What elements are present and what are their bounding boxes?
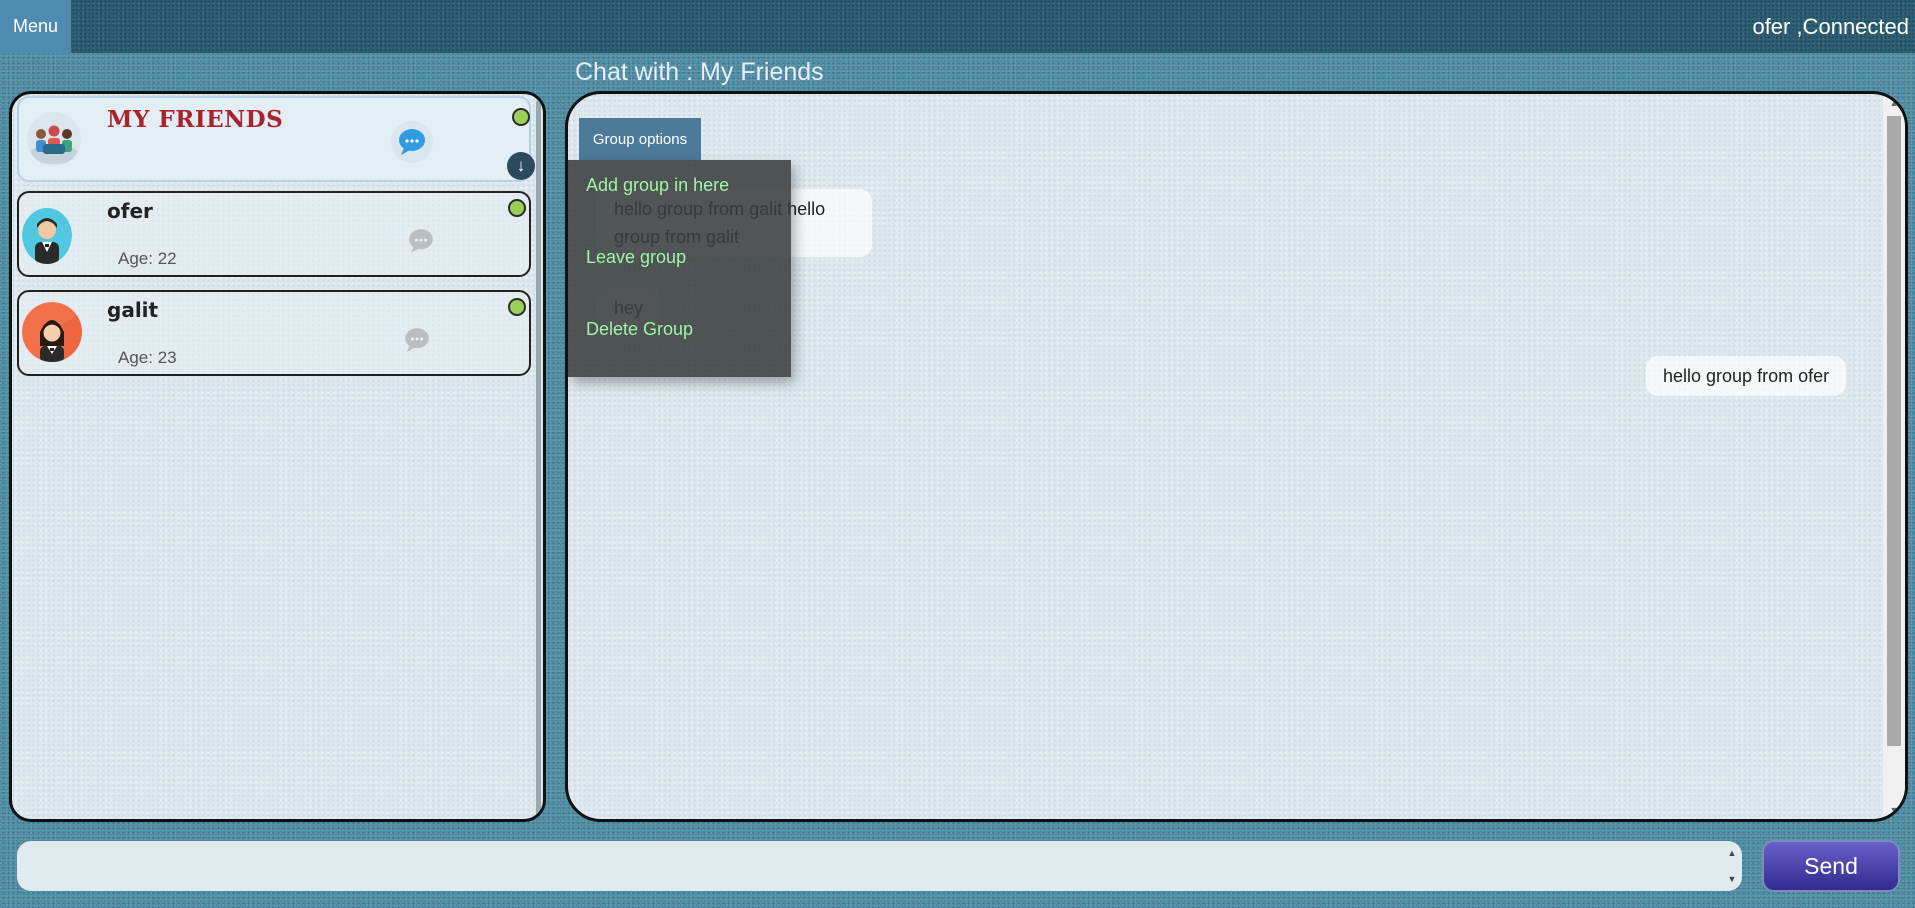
leave-group-menu-item[interactable]: Leave group [586, 247, 686, 268]
input-scrollbar[interactable]: ▲ ▼ [1722, 843, 1742, 889]
friend-card-ofer[interactable]: ofer Age: 22 [17, 191, 531, 277]
send-button[interactable]: Send [1762, 840, 1900, 892]
group-avatar-icon [27, 112, 81, 166]
scroll-down-icon[interactable]: ▼ [1883, 801, 1905, 819]
friends-panel: MY FRIENDS ↓ ofer Age: 22 galit Age: 23 [9, 91, 546, 822]
group-card-my-friends[interactable]: MY FRIENDS ↓ [17, 96, 535, 182]
group-options-dropdown: Add group in here Leave group Delete Gro… [568, 160, 791, 377]
friends-scrollbar[interactable] [536, 100, 541, 816]
arrow-down-icon[interactable]: ↓ [507, 152, 535, 180]
friend-name: ofer [107, 199, 153, 223]
chat-panel: hello group from galit hello group from … [565, 91, 1908, 822]
connection-status: ofer ,Connected [1752, 14, 1909, 39]
message-input[interactable]: ▲ ▼ [17, 841, 1742, 891]
friend-name: galit [107, 298, 159, 322]
female-avatar-icon [22, 302, 82, 362]
top-bar: Menu ofer ,Connected [0, 0, 1915, 53]
scroll-down-icon[interactable]: ▼ [1722, 869, 1742, 889]
friend-age: Age: 22 [118, 249, 177, 268]
online-status-dot [508, 298, 526, 316]
male-avatar-icon [22, 204, 72, 264]
friend-age: Age: 23 [118, 348, 177, 367]
group-options-button[interactable]: Group options [579, 118, 701, 160]
chat-bubble-icon[interactable] [397, 320, 441, 364]
chat-scrollbar[interactable]: ▲ ▼ [1883, 94, 1905, 819]
friend-card-galit[interactable]: galit Age: 23 [17, 290, 531, 376]
scrollbar-thumb[interactable] [1887, 116, 1901, 746]
group-name: MY FRIENDS [107, 106, 284, 133]
scroll-up-icon[interactable]: ▲ [1883, 94, 1905, 112]
scroll-up-icon[interactable]: ▲ [1722, 843, 1742, 863]
message-bubble-own: hello group from ofer [1646, 356, 1847, 396]
add-group-menu-item[interactable]: Add group in here [586, 175, 729, 196]
menu-button[interactable]: Menu [0, 0, 71, 53]
chat-bubble-icon[interactable] [390, 120, 434, 164]
online-status-dot [512, 108, 530, 126]
chat-bubble-icon[interactable] [401, 221, 445, 265]
delete-group-menu-item[interactable]: Delete Group [586, 319, 693, 340]
chat-title: Chat with : My Friends [575, 58, 824, 86]
online-status-dot [508, 199, 526, 217]
